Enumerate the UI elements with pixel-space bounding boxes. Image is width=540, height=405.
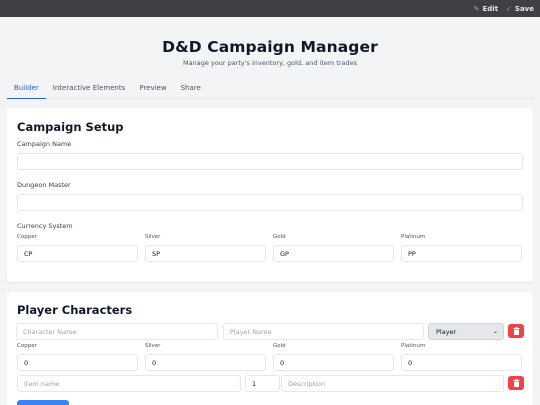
- item-quantity-input[interactable]: 1: [245, 375, 280, 392]
- save-button[interactable]: ✓ Save: [506, 5, 534, 13]
- player-name-input[interactable]: Player Name: [223, 323, 424, 340]
- currency-copper-label: Copper: [17, 234, 37, 240]
- tab-builder[interactable]: Builder: [7, 84, 46, 99]
- coin-silver-input[interactable]: 0: [145, 354, 266, 371]
- tab-share[interactable]: Share: [174, 84, 208, 99]
- edit-button[interactable]: ✎ Edit: [474, 5, 498, 13]
- page-header: D&D Campaign Manager Manage your party's…: [0, 38, 540, 67]
- trash-icon: [513, 379, 519, 387]
- dungeon-master-label: Dungeon Master: [17, 181, 71, 189]
- role-select-value: Player: [436, 327, 457, 336]
- check-icon: ✓: [506, 4, 512, 13]
- currency-platinum-input[interactable]: PP: [401, 245, 522, 262]
- currency-platinum-label: Platinum: [401, 234, 426, 240]
- coin-platinum-label: Platinum: [401, 343, 426, 349]
- currency-copper-input[interactable]: CP: [17, 245, 138, 262]
- top-toolbar: ✎ Edit ✓ Save: [0, 0, 540, 17]
- coin-gold-label: Gold: [273, 343, 286, 349]
- currency-silver-input[interactable]: SP: [145, 245, 266, 262]
- chevron-down-icon: ⌄: [492, 328, 498, 335]
- tab-bar: Builder Interactive Elements Preview Sha…: [7, 84, 533, 99]
- currency-silver-label: Silver: [145, 234, 161, 240]
- tab-interactive-elements[interactable]: Interactive Elements: [46, 84, 133, 99]
- campaign-setup-card: Campaign Setup Campaign Name Dungeon Mas…: [7, 108, 533, 282]
- player-characters-title: Player Characters: [17, 303, 133, 317]
- currency-gold-input[interactable]: GP: [273, 245, 394, 262]
- campaign-name-label: Campaign Name: [17, 140, 72, 148]
- coin-copper-input[interactable]: 0: [17, 354, 138, 371]
- coin-copper-label: Copper: [17, 343, 37, 349]
- character-name-input[interactable]: Character Name: [16, 323, 218, 340]
- edit-label: Edit: [482, 4, 499, 13]
- delete-item-button[interactable]: [508, 376, 524, 390]
- delete-character-button[interactable]: [508, 324, 524, 338]
- trash-icon: [513, 327, 519, 335]
- pencil-icon: ✎: [473, 4, 480, 13]
- role-select[interactable]: Player ⌄: [428, 323, 504, 340]
- tab-preview[interactable]: Preview: [132, 84, 173, 99]
- campaign-name-input[interactable]: [17, 153, 523, 170]
- save-label: Save: [514, 4, 534, 13]
- currency-system-label: Currency System: [17, 222, 73, 230]
- currency-gold-label: Gold: [273, 234, 286, 240]
- item-name-input[interactable]: Item name: [17, 375, 241, 392]
- coin-gold-input[interactable]: 0: [273, 354, 394, 371]
- campaign-setup-title: Campaign Setup: [17, 120, 124, 134]
- coin-platinum-input[interactable]: 0: [401, 354, 522, 371]
- coin-silver-label: Silver: [145, 343, 161, 349]
- add-item-button[interactable]: [17, 400, 69, 405]
- page-subtitle: Manage your party's inventory, gold, and…: [183, 59, 357, 67]
- dungeon-master-input[interactable]: [17, 194, 523, 211]
- page-title: D&D Campaign Manager: [162, 38, 378, 56]
- player-characters-card: Player Characters Character Name Player …: [7, 292, 533, 405]
- item-description-input[interactable]: Description: [281, 375, 504, 392]
